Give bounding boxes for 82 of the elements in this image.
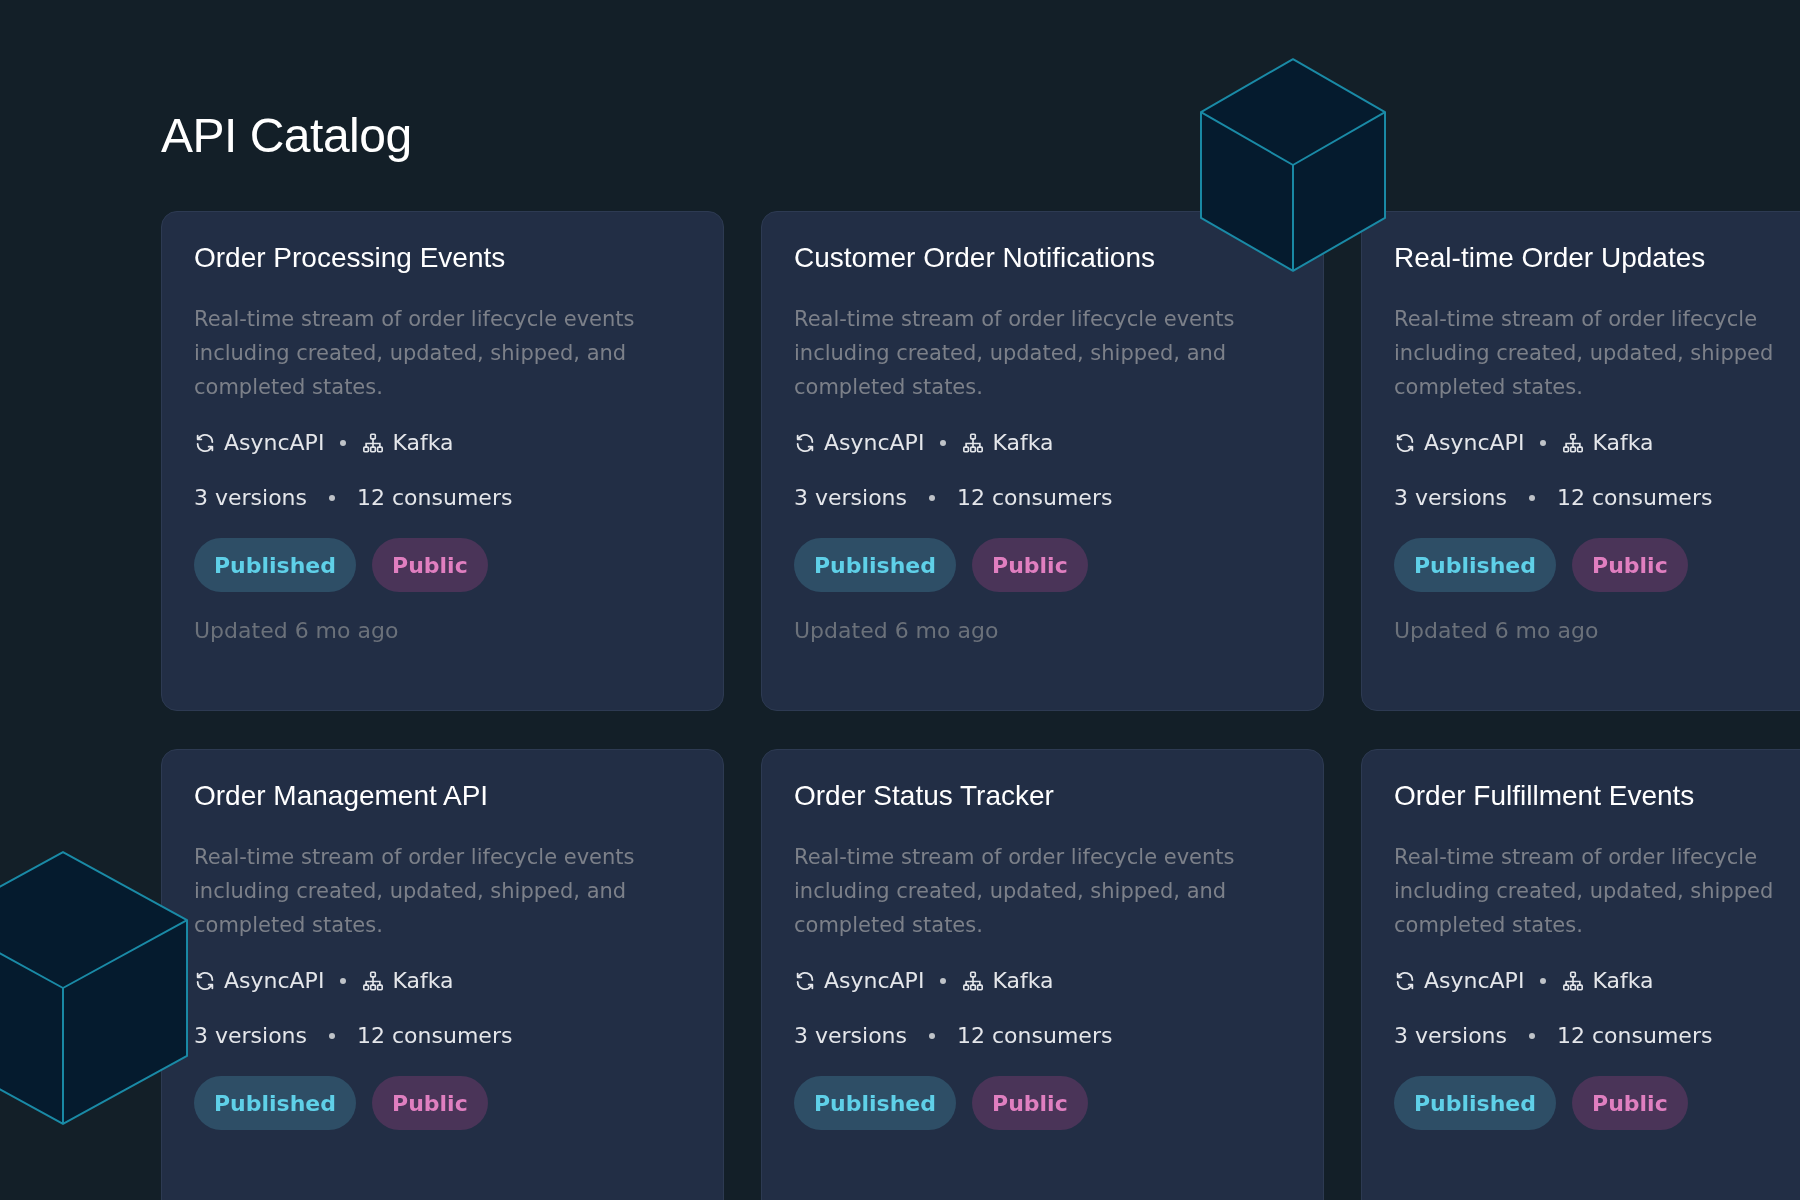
versions-count: 3 versions xyxy=(794,485,908,510)
card-title: Order Processing Events xyxy=(194,242,507,274)
hierarchy-icon xyxy=(1562,969,1585,992)
protocol-label: Kafka xyxy=(992,968,1054,993)
visibility-badge: Public xyxy=(1572,538,1688,592)
refresh-icon xyxy=(794,431,816,454)
card-title: Order Management API xyxy=(194,780,490,812)
visibility-badge: Public xyxy=(972,538,1088,592)
separator-dot xyxy=(1529,494,1536,501)
hierarchy-icon xyxy=(962,431,985,454)
protocol-label: Kafka xyxy=(992,430,1054,455)
refresh-icon xyxy=(1394,969,1416,992)
protocol-label: Kafka xyxy=(392,968,454,993)
status-badge: Published xyxy=(1394,538,1557,592)
visibility-badge: Public xyxy=(372,538,488,592)
api-card[interactable]: Order Status Tracker Real-time stream of order lifecycle events including created, updated, shipped, and completed states. AsyncAPI Kafka 3 versions 12 consumers Published Public xyxy=(761,749,1324,1200)
protocol-label: Kafka xyxy=(1592,430,1654,455)
separator-dot xyxy=(940,977,947,984)
refresh-icon xyxy=(194,431,216,454)
card-description: Real-time stream of order lifecycle events including created, updated, shipped, and completed states. xyxy=(194,306,636,401)
status-badge: Published xyxy=(794,538,957,592)
protocol-label: Kafka xyxy=(392,430,454,455)
consumers-count: 12 consumers xyxy=(957,485,1113,510)
separator-dot xyxy=(329,1032,336,1039)
separator-dot xyxy=(340,439,347,446)
api-card[interactable] xyxy=(761,211,1324,711)
hierarchy-icon xyxy=(962,969,985,992)
separator-dot xyxy=(1540,977,1547,984)
refresh-icon xyxy=(194,969,216,992)
card-title: Order Status Tracker xyxy=(794,780,1055,812)
hierarchy-icon xyxy=(362,431,385,454)
separator-dot xyxy=(940,439,947,446)
updated-time: Updated 6 mo ago xyxy=(1394,618,1600,643)
separator-dot xyxy=(1529,1032,1536,1039)
card-title: Customer Order Notifications xyxy=(794,242,1156,274)
hierarchy-icon xyxy=(1562,431,1585,454)
card-description: Real-time stream of order lifecycle events including created, updated, shipped, and completed states. xyxy=(194,844,636,939)
status-badge: Published xyxy=(794,1076,957,1130)
card-description: Real-time stream of order lifecycle including created, updated, shipped completed states. xyxy=(1394,844,1775,939)
separator-dot xyxy=(929,1032,936,1039)
status-badge: Published xyxy=(194,1076,357,1130)
refresh-icon xyxy=(794,969,816,992)
consumers-count: 12 consumers xyxy=(357,485,513,510)
api-card[interactable]: Order Management API Real-time stream of order lifecycle events including created, updated, shipped, and completed states. AsyncAPI Kafka 3 versions 12 consumers Published Public xyxy=(161,749,724,1200)
versions-count: 3 versions xyxy=(194,485,308,510)
spec-label: AsyncAPI xyxy=(224,968,325,993)
card-description: Real-time stream of order lifecycle events including created, updated, shipped, and completed states. xyxy=(794,306,1236,401)
versions-count: 3 versions xyxy=(1394,1023,1508,1048)
spec-label: AsyncAPI xyxy=(224,430,325,455)
protocol-label: Kafka xyxy=(1592,968,1654,993)
consumers-count: 12 consumers xyxy=(1557,1023,1713,1048)
visibility-badge: Public xyxy=(972,1076,1088,1130)
versions-count: 3 versions xyxy=(194,1023,308,1048)
consumers-count: 12 consumers xyxy=(357,1023,513,1048)
versions-count: 3 versions xyxy=(794,1023,908,1048)
consumers-count: 12 consumers xyxy=(957,1023,1113,1048)
card-title: Real-time Order Updates xyxy=(1394,242,1707,274)
visibility-badge: Public xyxy=(372,1076,488,1130)
api-card[interactable]: Order Processing Events Real-time stream of order lifecycle events including created, updated, shipped, and completed states. AsyncAPI Kafka 3 versions 12 consumers Published Public Updated 6 mo ago xyxy=(161,211,724,711)
refresh-icon xyxy=(1394,431,1416,454)
spec-label: AsyncAPI xyxy=(824,430,925,455)
versions-count: 3 versions xyxy=(1394,485,1508,510)
page-title: API Catalog xyxy=(161,108,413,163)
separator-dot xyxy=(1540,439,1547,446)
consumers-count: 12 consumers xyxy=(1557,485,1713,510)
hierarchy-icon xyxy=(362,969,385,992)
separator-dot xyxy=(929,494,936,501)
spec-label: AsyncAPI xyxy=(824,968,925,993)
updated-time: Updated 6 mo ago xyxy=(194,618,400,643)
visibility-badge: Public xyxy=(1572,1076,1688,1130)
spec-label: AsyncAPI xyxy=(1424,430,1525,455)
spec-label: AsyncAPI xyxy=(1424,968,1525,993)
api-card[interactable]: Real-time Order Updates Real-time stream of order lifecycle including created, updated, shipped completed states. AsyncAPI Kafka 3 versions 12 consumers Published Public Updated 6 mo ago xyxy=(1361,211,1800,711)
status-badge: Published xyxy=(1394,1076,1557,1130)
api-card[interactable]: Order Fulfillment Events Real-time stream of order lifecycle including created, updated, shipped completed states. AsyncAPI Kafka 3 versions 12 consumers Published Public xyxy=(1361,749,1800,1200)
separator-dot xyxy=(329,494,336,501)
card-description: Real-time stream of order lifecycle events including created, updated, shipped, and completed states. xyxy=(794,844,1236,939)
updated-time: Updated 6 mo ago xyxy=(794,618,1000,643)
card-title: Order Fulfillment Events xyxy=(1394,780,1696,812)
status-badge: Published xyxy=(194,538,357,592)
card-description: Real-time stream of order lifecycle including created, updated, shipped completed states. xyxy=(1394,306,1775,401)
separator-dot xyxy=(340,977,347,984)
